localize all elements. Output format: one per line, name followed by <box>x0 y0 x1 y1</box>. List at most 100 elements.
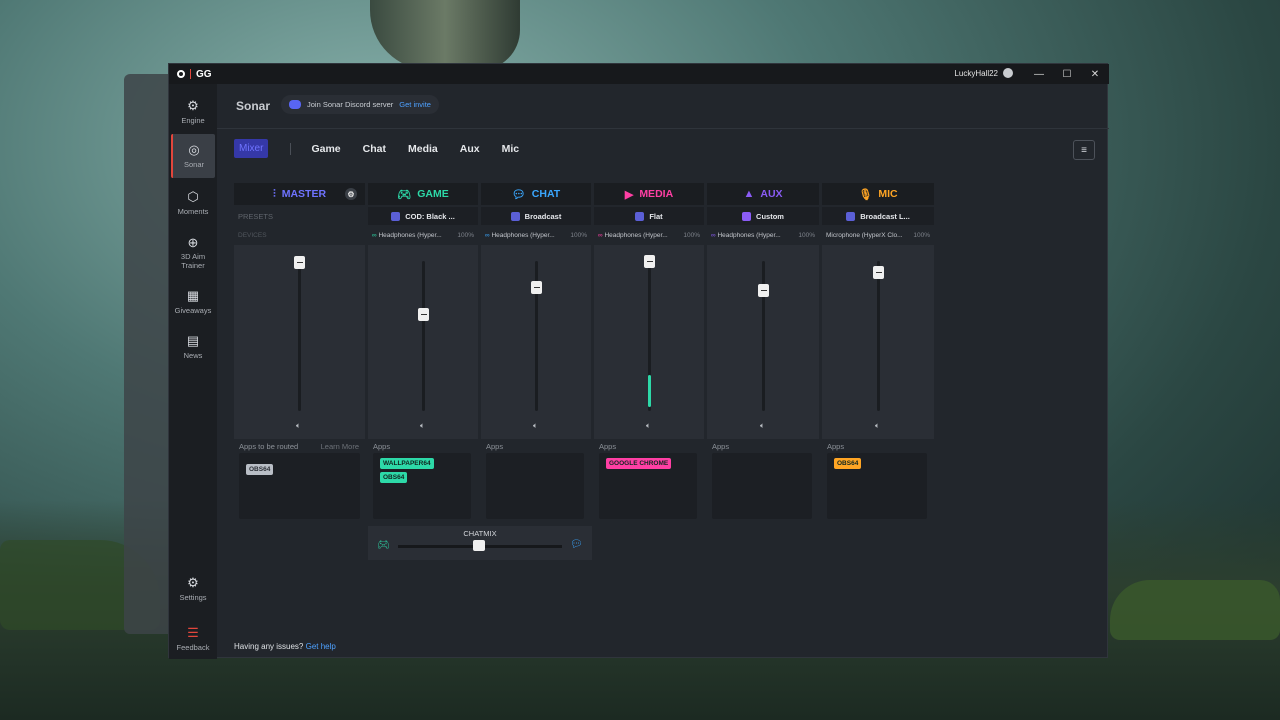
device-selector[interactable]: Microphone (HyperX Clo... 100% <box>822 227 934 243</box>
apps-label: Apps <box>827 442 845 451</box>
volume-slider[interactable] <box>758 283 769 297</box>
channel-title: MIC <box>878 188 898 200</box>
device-selector[interactable]: ∞ Headphones (Hyper... 100% <box>707 227 819 243</box>
channel-mixer: 🔈︎ <box>481 245 591 439</box>
sonar-icon: ◎ <box>188 142 200 158</box>
sidebar-item-3d-aim-trainer[interactable]: ⊕ 3D Aim Trainer <box>171 228 215 278</box>
device-name: ∞ Headphones (Hyper... <box>711 232 781 239</box>
sliders-icon: ⫶ <box>272 187 276 200</box>
menu-button[interactable]: ≡ <box>1073 140 1095 160</box>
sidebar-item-engine[interactable]: ⚙ Engine <box>171 90 215 134</box>
volume-slider[interactable] <box>418 307 429 321</box>
volume-slider[interactable] <box>531 280 542 294</box>
discord-banner[interactable]: Join Sonar Discord server Get invite <box>281 95 439 114</box>
book-icon: ▤ <box>186 333 200 349</box>
tab-media[interactable]: Media <box>408 143 438 155</box>
speaker-icon[interactable]: 🔈︎ <box>760 421 765 431</box>
preset-selector[interactable]: Broadcast <box>481 207 591 225</box>
master-volume-track[interactable] <box>298 261 301 411</box>
sidebar-item-label: Sonar <box>183 159 204 169</box>
device-label: Headphones (Hyper... <box>378 231 442 239</box>
page-title: Sonar <box>236 99 271 113</box>
devices-label: DEVICES <box>234 227 365 243</box>
close-button[interactable]: ✕ <box>1081 66 1109 82</box>
app-chip[interactable]: GOOGLE CHROME <box>606 458 672 469</box>
speaker-icon[interactable]: 🔈︎ <box>875 421 880 431</box>
channel-title: GAME <box>417 188 449 200</box>
apps-box <box>712 453 812 519</box>
preset-name: Broadcast L... <box>860 211 910 221</box>
device-name: ∞ Headphones (Hyper... <box>485 232 555 239</box>
app-logo: GG <box>169 69 212 80</box>
speaker-icon[interactable]: 🔈︎ <box>420 421 425 431</box>
master-title: MASTER <box>281 188 327 200</box>
chatmix-slider[interactable] <box>473 540 485 551</box>
device-selector[interactable]: ∞ Headphones (Hyper... 100% <box>368 227 478 243</box>
apps-box: GOOGLE CHROME <box>599 453 697 519</box>
preset-selector[interactable]: Flat <box>594 207 704 225</box>
username: LuckyHall22 <box>954 68 998 78</box>
device-selector[interactable]: ∞ Headphones (Hyper... 100% <box>481 227 591 243</box>
tab-bar: Mixer Game Chat Media Aux Mic <box>234 139 541 158</box>
device-volume: 100% <box>798 231 815 239</box>
apps-to-be-routed-label: Apps to be routed <box>239 442 299 451</box>
sidebar: ⚙ Engine ◎ Sonar ⬡ Moments ⊕ 3D Aim Trainer … <box>169 84 217 659</box>
sidebar-item-settings[interactable]: ⚙ Settings <box>171 567 215 611</box>
app-chip[interactable]: OBS64 <box>380 472 408 483</box>
volume-track[interactable] <box>877 261 880 411</box>
gear-icon[interactable]: ⚙ <box>345 188 357 200</box>
sidebar-item-feedback[interactable]: ☰ Feedback <box>171 617 215 661</box>
volume-track[interactable] <box>422 261 425 411</box>
channel-title: AUX <box>760 188 783 200</box>
speaker-icon[interactable]: 🔈︎ <box>533 421 538 431</box>
gamepad-icon: 🎮︎ <box>377 540 390 551</box>
minimize-button[interactable]: — <box>1025 66 1053 82</box>
channel-title: CHAT <box>531 188 561 200</box>
mic-icon: 🎙︎ <box>858 188 873 201</box>
avatar <box>1003 68 1013 78</box>
feedback-icon: ☰ <box>187 625 199 641</box>
device-selector[interactable]: ∞ Headphones (Hyper... 100% <box>594 227 704 243</box>
background-moss <box>1110 580 1280 640</box>
sidebar-item-moments[interactable]: ⬡ Moments <box>171 181 215 225</box>
preset-icon <box>391 211 401 221</box>
speaker-icon[interactable]: 🔈︎ <box>646 421 651 431</box>
tab-chat[interactable]: Chat <box>363 143 386 155</box>
channel-header: 💬︎ CHAT <box>481 183 591 205</box>
get-invite-link[interactable]: Get invite <box>399 100 431 109</box>
volume-slider[interactable] <box>644 255 655 268</box>
preset-selector[interactable]: Custom <box>707 207 819 225</box>
app-chip[interactable]: WALLPAPER64 <box>380 458 434 469</box>
media-level-meter <box>648 375 651 407</box>
volume-slider[interactable] <box>873 265 884 279</box>
master-volume-slider[interactable] <box>294 256 305 269</box>
preset-name: COD: Black ... <box>405 211 455 221</box>
preset-selector[interactable]: Broadcast L... <box>822 207 934 225</box>
app-chip[interactable]: OBS64 <box>246 464 274 475</box>
tab-mixer[interactable]: Mixer <box>234 139 269 158</box>
maximize-button[interactable]: ☐ <box>1053 66 1081 82</box>
preset-selector[interactable]: COD: Black ... <box>368 207 478 225</box>
tab-game[interactable]: Game <box>311 143 340 155</box>
presets-label: PRESETS <box>234 207 365 225</box>
sidebar-item-giveaways[interactable]: ▦ Giveaways <box>171 280 215 324</box>
sidebar-item-sonar[interactable]: ◎ Sonar <box>171 134 215 178</box>
hamburger-icon: ≡ <box>1081 144 1087 156</box>
preset-name: Broadcast <box>524 211 562 221</box>
app-chip[interactable]: OBS64 <box>834 458 862 469</box>
apps-label: Apps <box>599 442 617 451</box>
sidebar-item-label: Feedback <box>176 642 210 652</box>
speaker-icon[interactable]: 🔈︎ <box>296 421 301 431</box>
get-help-link[interactable]: Get help <box>306 642 336 651</box>
sidebar-item-news[interactable]: ▤ News <box>171 325 215 369</box>
channel-column-chat: 💬︎ CHAT Broadcast ∞ Headphones (Hyper...… <box>481 183 591 523</box>
learn-more-link[interactable]: Learn More <box>321 442 359 451</box>
tab-mic[interactable]: Mic <box>502 143 520 155</box>
sonar-app-window: GG LuckyHall22 — ☐ ✕ ⚙ Engine ◎ Sonar ⬡ Mom… <box>168 63 1109 659</box>
device-label: Microphone (HyperX Clo... <box>826 231 903 239</box>
sidebar-item-label: Engine <box>181 115 205 125</box>
tab-aux[interactable]: Aux <box>460 143 480 155</box>
user-profile[interactable]: LuckyHall22 <box>954 68 1013 78</box>
chatmix-label: CHATMIX <box>463 529 497 538</box>
discord-text: Join Sonar Discord server <box>307 100 394 109</box>
